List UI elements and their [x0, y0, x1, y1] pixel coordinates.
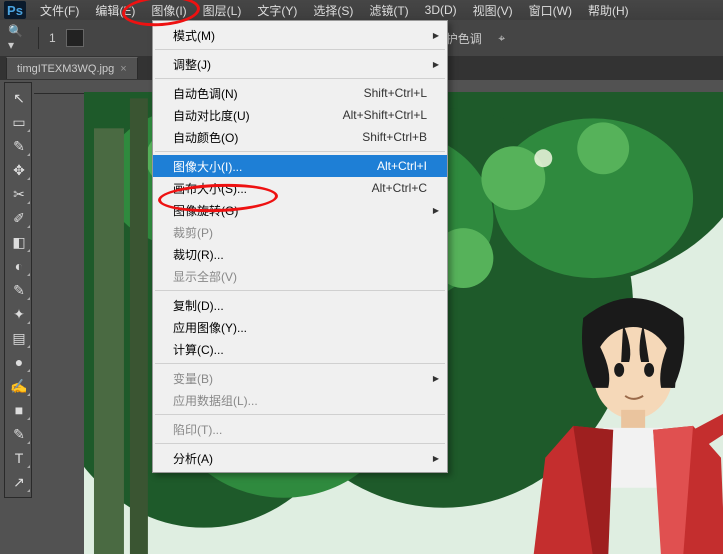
menu-item-label: 分析(A) — [173, 450, 213, 467]
menu-item-label: 模式(M) — [173, 27, 215, 44]
move-tool[interactable]: ↖ — [7, 87, 31, 109]
menu-separator — [155, 290, 445, 291]
menu-item-shortcut: Alt+Shift+Ctrl+L — [343, 108, 427, 122]
eyedropper-tool[interactable]: ✐ — [7, 207, 31, 229]
menu-item-20: 应用数据组(L)... — [153, 389, 447, 411]
menu-filter[interactable]: 滤镜(T) — [361, 0, 416, 21]
tool-preset-icon[interactable]: 🔍▾ — [8, 28, 28, 48]
menu-item-8[interactable]: 图像大小(I)... Alt+Ctrl+I — [153, 155, 447, 177]
menu-item-label: 调整(J) — [173, 56, 211, 73]
menu-item-2[interactable]: 调整(J) — [153, 53, 447, 75]
opt-swatch[interactable] — [66, 29, 84, 47]
menu-item-label: 裁剪(P) — [173, 224, 213, 241]
menu-separator — [155, 443, 445, 444]
menu-item-0[interactable]: 模式(M) — [153, 24, 447, 46]
menu-item-label: 计算(C)... — [173, 341, 224, 358]
gradient-tool[interactable]: ● — [7, 351, 31, 373]
menu-file[interactable]: 文件(F) — [32, 0, 87, 21]
pen-tool[interactable]: ✎ — [7, 423, 31, 445]
history-tool[interactable]: ✦ — [7, 303, 31, 325]
menu-item-13: 显示全部(V) — [153, 265, 447, 287]
menu-item-label: 变量(B) — [173, 370, 213, 387]
image-menu-dropdown[interactable]: 模式(M) 调整(J) 自动色调(N) Shift+Ctrl+L 自动对比度(U) Alt… — [152, 20, 448, 473]
menu-item-label: 陷印(T)... — [173, 421, 222, 438]
menu-separator — [155, 151, 445, 152]
menu-item-shortcut: Alt+Ctrl+C — [372, 181, 427, 195]
eraser-tool[interactable]: ▤ — [7, 327, 31, 349]
menu-item-label: 自动色调(N) — [173, 85, 238, 102]
menu-3d[interactable]: 3D(D) — [417, 1, 465, 19]
menu-item-shortcut: Alt+Ctrl+I — [377, 159, 427, 173]
menu-item-shortcut: Shift+Ctrl+L — [364, 86, 427, 100]
marquee-tool[interactable]: ▭ — [7, 111, 31, 133]
menu-item-16[interactable]: 应用图像(Y)... — [153, 316, 447, 338]
menu-help[interactable]: 帮助(H) — [580, 0, 637, 21]
menu-item-19: 变量(B) — [153, 367, 447, 389]
text-tool[interactable]: T — [7, 447, 31, 469]
menu-item-label: 图像大小(I)... — [173, 158, 242, 175]
menu-separator — [155, 49, 445, 50]
menu-item-11: 裁剪(P) — [153, 221, 447, 243]
menu-item-24[interactable]: 分析(A) — [153, 447, 447, 469]
blur-tool[interactable]: ✍ — [7, 375, 31, 397]
menu-item-17[interactable]: 计算(C)... — [153, 338, 447, 360]
document-tab-label: timgITEXM3WQ.jpg — [17, 63, 114, 75]
menu-item-5[interactable]: 自动对比度(U) Alt+Shift+Ctrl+L — [153, 104, 447, 126]
menu-separator — [155, 78, 445, 79]
menu-edit[interactable]: 编辑(E) — [87, 0, 143, 21]
menu-item-label: 应用图像(Y)... — [173, 319, 247, 336]
menubar: Ps 文件(F) 编辑(E) 图像(I) 图层(L) 文字(Y) 选择(S) 滤… — [0, 0, 723, 20]
brush-settings-icon[interactable]: ⌖ — [492, 28, 512, 48]
menu-item-label: 复制(D)... — [173, 297, 224, 314]
menu-select[interactable]: 选择(S) — [305, 0, 361, 21]
app-logo: Ps — [4, 1, 26, 19]
ruler-vertical — [34, 94, 48, 554]
opt-divider — [38, 27, 39, 49]
dodge-tool[interactable]: ■ — [7, 399, 31, 421]
document-tab[interactable]: timgITEXM3WQ.jpg × — [6, 57, 138, 79]
menu-item-label: 图像旋转(G) — [173, 202, 238, 219]
menu-item-10[interactable]: 图像旋转(G) — [153, 199, 447, 221]
menu-item-4[interactable]: 自动色调(N) Shift+Ctrl+L — [153, 82, 447, 104]
menu-separator — [155, 414, 445, 415]
menu-item-12[interactable]: 裁切(R)... — [153, 243, 447, 265]
menu-item-9[interactable]: 画布大小(S)... Alt+Ctrl+C — [153, 177, 447, 199]
menu-item-label: 裁切(R)... — [173, 246, 224, 263]
menu-item-label: 自动颜色(O) — [173, 129, 238, 146]
wand-tool[interactable]: ✥ — [7, 159, 31, 181]
menu-type[interactable]: 文字(Y) — [249, 0, 305, 21]
menu-layer[interactable]: 图层(L) — [195, 0, 250, 21]
stamp-tool[interactable]: ✎ — [7, 279, 31, 301]
path-tool[interactable]: ↗ — [7, 471, 31, 493]
menu-item-label: 自动对比度(U) — [173, 107, 250, 124]
menu-item-15[interactable]: 复制(D)... — [153, 294, 447, 316]
menu-item-6[interactable]: 自动颜色(O) Shift+Ctrl+B — [153, 126, 447, 148]
crop-tool[interactable]: ✂ — [7, 183, 31, 205]
menu-window[interactable]: 窗口(W) — [521, 0, 580, 21]
menu-image[interactable]: 图像(I) — [143, 0, 194, 21]
tools-panel: ↖ ▭ ✎ ✥ ✂ ✐ ◧ ◐ ✎ ✦ ▤ ● ✍ ■ ✎ T ↗ — [4, 82, 32, 498]
menu-item-label: 显示全部(V) — [173, 268, 237, 285]
close-icon[interactable]: × — [120, 63, 126, 75]
patch-tool[interactable]: ◧ — [7, 231, 31, 253]
menu-item-22: 陷印(T)... — [153, 418, 447, 440]
menu-item-label: 应用数据组(L)... — [173, 392, 258, 409]
opt-value: 1 — [49, 31, 56, 45]
menu-item-label: 画布大小(S)... — [173, 180, 247, 197]
menu-separator — [155, 363, 445, 364]
menu-view[interactable]: 视图(V) — [465, 0, 521, 21]
brush-tool[interactable]: ◐ — [7, 255, 31, 277]
lasso-tool[interactable]: ✎ — [7, 135, 31, 157]
menu-item-shortcut: Shift+Ctrl+B — [362, 130, 427, 144]
